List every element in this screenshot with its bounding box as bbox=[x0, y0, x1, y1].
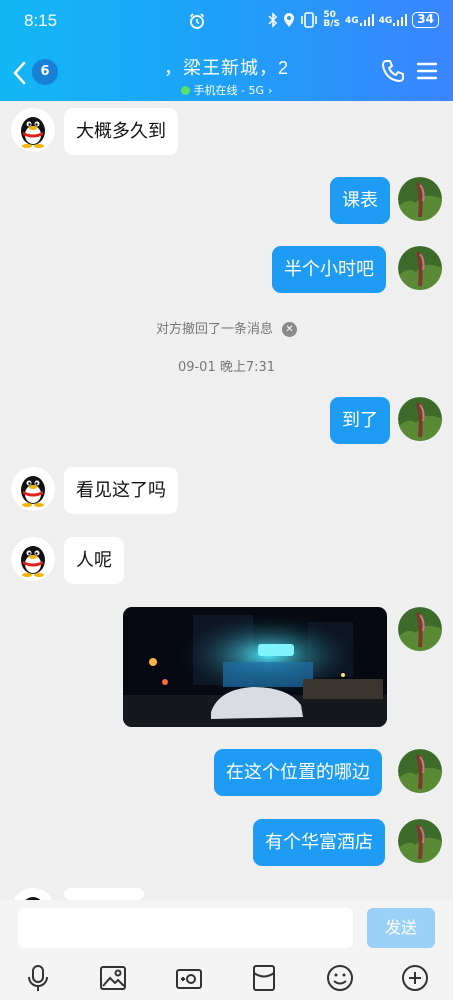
timestamp: 09-01 晚上7:31 bbox=[177, 360, 276, 375]
net-speed-unit: B/S bbox=[323, 19, 340, 29]
online-status: 手机在线 - 5G › bbox=[120, 82, 333, 98]
penguin-avatar-icon bbox=[11, 108, 55, 152]
recall-notice-text: 对方撤回了一条消息 bbox=[155, 322, 273, 337]
menu-icon[interactable] bbox=[416, 61, 438, 81]
message-bubble-incoming[interactable]: 看见这了吗 bbox=[64, 467, 178, 514]
message-bubble-incoming[interactable] bbox=[64, 888, 144, 900]
night-street-photo bbox=[123, 607, 387, 727]
plant-avatar-icon bbox=[398, 397, 442, 441]
emoji-icon[interactable] bbox=[325, 963, 355, 993]
signal-1: 4G bbox=[345, 14, 374, 26]
chevron-right-icon: › bbox=[268, 83, 273, 97]
signal-2-icon bbox=[393, 14, 408, 26]
plus-icon[interactable] bbox=[400, 963, 430, 993]
close-icon[interactable]: ✕ bbox=[282, 322, 297, 337]
message-input[interactable] bbox=[18, 908, 353, 948]
my-avatar[interactable] bbox=[398, 607, 442, 651]
net-speed: 50 B/S bbox=[323, 11, 340, 29]
microphone-icon[interactable] bbox=[23, 963, 53, 993]
status-bar: 8:15 50 B/S 4G 4G 34 bbox=[0, 0, 453, 44]
phone-call-icon[interactable] bbox=[381, 59, 405, 83]
message-bubble-outgoing[interactable]: 到了 bbox=[330, 397, 390, 444]
contact-avatar[interactable] bbox=[11, 888, 55, 900]
message-bubble-outgoing[interactable]: 课表 bbox=[330, 177, 390, 224]
plant-avatar-icon bbox=[398, 749, 442, 793]
back-button[interactable]: 6 bbox=[12, 58, 58, 88]
contact-avatar[interactable] bbox=[11, 467, 55, 511]
online-dot-icon bbox=[180, 85, 190, 95]
chat-header: 8:15 50 B/S 4G 4G 34 6 ，梁王新城，2 手机在线 - 5G… bbox=[0, 0, 453, 101]
my-avatar[interactable] bbox=[398, 749, 442, 793]
red-packet-icon[interactable] bbox=[249, 963, 279, 993]
online-status-text: 手机在线 - 5G bbox=[193, 84, 265, 97]
contact-avatar[interactable] bbox=[11, 537, 55, 581]
bluetooth-icon bbox=[268, 12, 278, 28]
my-avatar[interactable] bbox=[398, 246, 442, 290]
camera-icon[interactable] bbox=[174, 963, 204, 993]
composer: 发送 bbox=[0, 900, 453, 956]
chat-title: ，梁王新城，2 bbox=[163, 58, 289, 78]
chat-title-area[interactable]: ，梁王新城，2 手机在线 - 5G › bbox=[120, 54, 333, 98]
contact-avatar[interactable] bbox=[11, 108, 55, 152]
signal-1-icon bbox=[359, 14, 374, 26]
unread-count-badge: 6 bbox=[32, 59, 58, 85]
nav-bar: 6 ，梁王新城，2 手机在线 - 5G › bbox=[0, 50, 453, 98]
plant-avatar-icon bbox=[398, 177, 442, 221]
status-time: 8:15 bbox=[24, 11, 58, 30]
penguin-avatar-icon bbox=[13, 888, 53, 900]
battery-indicator: 34 bbox=[412, 12, 439, 28]
message-bubble-outgoing[interactable]: 半个小时吧 bbox=[272, 246, 386, 293]
message-bubble-outgoing[interactable]: 在这个位置的哪边 bbox=[214, 749, 382, 796]
message-bubble-incoming[interactable]: 大概多久到 bbox=[64, 108, 178, 155]
chevron-left-icon bbox=[13, 61, 26, 85]
my-avatar[interactable] bbox=[398, 397, 442, 441]
signal-2-label: 4G bbox=[378, 16, 393, 26]
my-avatar[interactable] bbox=[398, 177, 442, 221]
send-button[interactable]: 发送 bbox=[367, 908, 435, 948]
vibrate-icon bbox=[301, 12, 318, 28]
signal-1-label: 4G bbox=[344, 16, 359, 26]
location-icon bbox=[284, 13, 295, 27]
penguin-avatar-icon bbox=[11, 537, 55, 581]
status-icons: 50 B/S 4G 4G 34 bbox=[268, 11, 439, 29]
my-avatar[interactable] bbox=[398, 819, 442, 863]
composer-toolbar bbox=[0, 956, 453, 1000]
recall-notice: 对方撤回了一条消息 ✕ bbox=[0, 318, 453, 337]
message-bubble-outgoing[interactable]: 有个华富酒店 bbox=[253, 819, 385, 866]
photo-message[interactable] bbox=[123, 607, 387, 727]
message-bubble-incoming[interactable]: 人呢 bbox=[64, 537, 124, 584]
plant-avatar-icon bbox=[398, 246, 442, 290]
plant-avatar-icon bbox=[398, 819, 442, 863]
plant-avatar-icon bbox=[398, 607, 442, 651]
penguin-avatar-icon bbox=[11, 467, 55, 511]
alarm-icon bbox=[189, 13, 205, 29]
signal-2: 4G bbox=[379, 14, 408, 26]
image-icon[interactable] bbox=[98, 963, 128, 993]
